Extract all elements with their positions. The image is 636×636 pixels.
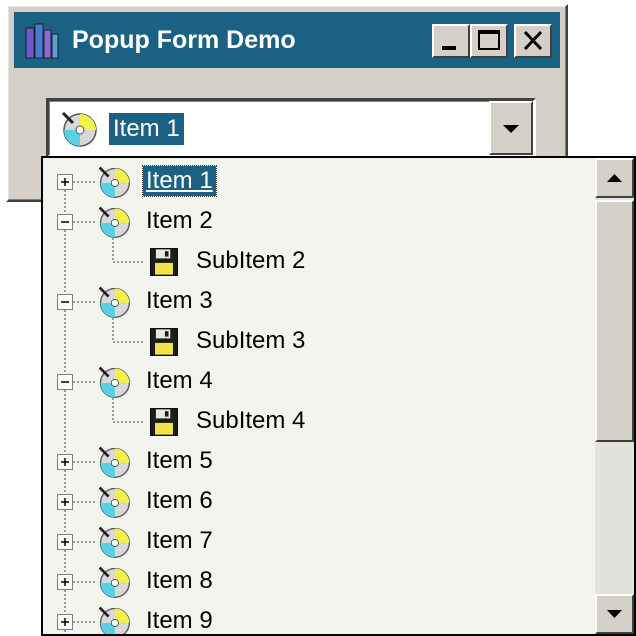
arrow-up-icon (607, 174, 622, 182)
tree-item-label: SubItem 3 (196, 327, 306, 354)
tree-item-label: Item 1 (142, 165, 217, 197)
minimize-button[interactable] (432, 24, 470, 58)
tree-subitem-row[interactable]: SubItem 3 (43, 322, 595, 362)
vertical-scrollbar[interactable] (595, 158, 634, 634)
title-bar[interactable]: Popup Form Demo (14, 12, 560, 68)
item-combobox[interactable]: Item 1 (46, 98, 536, 158)
tree-item-row[interactable]: Item 8 (43, 562, 595, 602)
tree-item-row[interactable]: Item 2 (43, 202, 595, 242)
tree-item-label: SubItem 2 (196, 247, 306, 274)
collapse-minus-icon[interactable] (57, 294, 73, 310)
tree-item-row[interactable]: Item 5 (43, 442, 595, 482)
floppy-disk-icon (145, 324, 183, 360)
cd-disc-icon (95, 564, 133, 600)
maximize-button[interactable] (470, 24, 508, 58)
arrow-down-icon (607, 610, 622, 618)
maximize-icon (478, 30, 500, 50)
cd-disc-icon (95, 284, 133, 320)
expand-plus-icon[interactable] (57, 454, 73, 470)
dropdown-popup: Item 1 Item 2 SubItem 2 Item 3 SubItem 3 Item… (41, 156, 636, 636)
tree-subitem-row[interactable]: SubItem 4 (43, 402, 595, 442)
tree-view[interactable]: Item 1 Item 2 SubItem 2 Item 3 SubItem 3 Item… (43, 158, 595, 634)
scroll-down-button[interactable] (595, 594, 634, 634)
tree-item-label: Item 2 (146, 207, 213, 234)
close-icon (523, 30, 543, 51)
scroll-up-button[interactable] (595, 158, 634, 198)
expand-plus-icon[interactable] (57, 574, 73, 590)
tree-item-label: Item 6 (146, 487, 213, 514)
tree-item-row[interactable]: Item 4 (43, 362, 595, 402)
tree-item-label: Item 9 (146, 607, 213, 634)
cd-disc-icon (59, 109, 99, 149)
collapse-minus-icon[interactable] (57, 374, 73, 390)
expand-plus-icon[interactable] (57, 614, 73, 630)
combobox-selected-text: Item 1 (109, 113, 184, 145)
collapse-minus-icon[interactable] (57, 214, 73, 230)
cd-disc-icon (95, 364, 133, 400)
dropdown-button[interactable] (489, 101, 533, 155)
minimize-icon (442, 46, 456, 50)
tree-item-label: SubItem 4 (196, 407, 306, 434)
scrollbar-thumb[interactable] (595, 200, 634, 442)
cd-disc-icon (95, 484, 133, 520)
app-books-icon (22, 20, 62, 60)
chevron-down-icon (503, 125, 519, 133)
tree-item-row[interactable]: Item 3 (43, 282, 595, 322)
window-title: Popup Form Demo (72, 26, 296, 54)
cd-disc-icon (95, 164, 133, 200)
cd-disc-icon (95, 524, 133, 560)
tree-item-label: Item 4 (146, 367, 213, 394)
tree-subitem-row[interactable]: SubItem 2 (43, 242, 595, 282)
cd-disc-icon (95, 444, 133, 480)
tree-item-row[interactable]: Item 1 (43, 162, 595, 202)
tree-item-label: Item 8 (146, 567, 213, 594)
cd-disc-icon (95, 204, 133, 240)
floppy-disk-icon (145, 244, 183, 280)
floppy-disk-icon (145, 404, 183, 440)
expand-plus-icon[interactable] (57, 174, 73, 190)
close-button[interactable] (514, 24, 552, 58)
tree-item-label: Item 3 (146, 287, 213, 314)
tree-item-row[interactable]: Item 7 (43, 522, 595, 562)
tree-item-label: Item 5 (146, 447, 213, 474)
tree-item-row[interactable]: Item 9 (43, 602, 595, 634)
tree-item-row[interactable]: Item 6 (43, 482, 595, 522)
expand-plus-icon[interactable] (57, 494, 73, 510)
cd-disc-icon (95, 604, 133, 634)
tree-item-label: Item 7 (146, 527, 213, 554)
expand-plus-icon[interactable] (57, 534, 73, 550)
